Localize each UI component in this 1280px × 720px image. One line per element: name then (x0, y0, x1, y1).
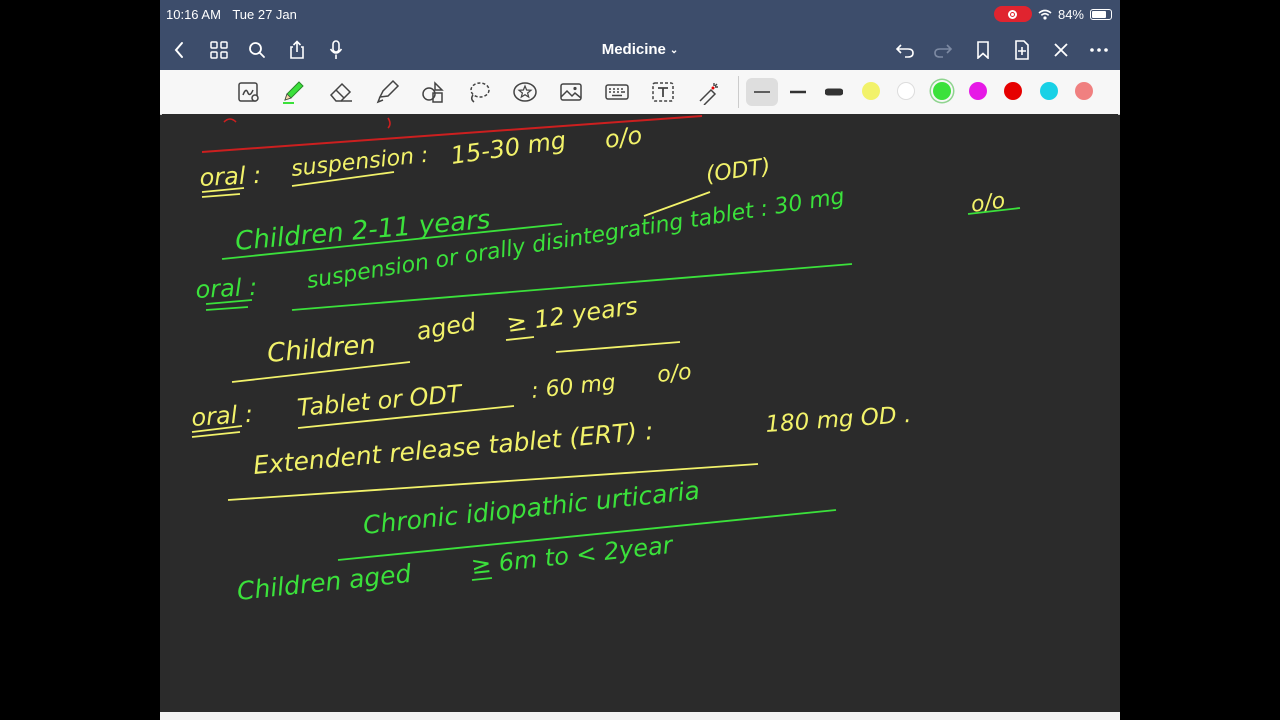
note-line7: Chronic idiopathic urticaria (362, 476, 702, 540)
eraser-icon (329, 82, 352, 102)
battery-icon (1090, 8, 1112, 20)
lasso-icon (470, 82, 490, 103)
color-cyan[interactable] (1040, 82, 1058, 100)
grid-icon (210, 41, 228, 59)
thick-line-icon (825, 88, 843, 96)
thin-line-icon (754, 91, 770, 93)
eraser-tool[interactable] (326, 78, 356, 106)
red-scribble (223, 117, 391, 129)
note-line5-dose: : 60 mg (530, 370, 617, 404)
stroke-thick-option[interactable] (818, 78, 850, 106)
document-title-label: Medicine (601, 41, 666, 58)
note-line5-tablet: Tablet or ODT (296, 380, 465, 422)
screen-recording-indicator[interactable] (993, 6, 1032, 22)
note-line8-age: ≥ 6m to < 2year (470, 531, 676, 580)
text-icon (652, 82, 674, 102)
share-button[interactable] (282, 30, 312, 70)
note-line5-oral: oral : (190, 400, 253, 432)
microphone-icon (329, 40, 343, 59)
color-green[interactable] (933, 82, 951, 100)
microphone-button[interactable] (321, 30, 351, 70)
toolbar-separator (738, 76, 739, 108)
document-title[interactable]: Medicine ⌄ (540, 41, 740, 58)
note-line3-oral: oral : (195, 273, 258, 304)
close-icon (1054, 43, 1068, 57)
status-date: Tue 27 Jan (232, 7, 297, 22)
note-line4-age: ≥ 12 years (505, 292, 640, 338)
color-pink[interactable] (1075, 82, 1093, 100)
color-yellow[interactable] (862, 82, 880, 100)
search-button[interactable] (242, 30, 272, 70)
status-time: 10:16 AM (166, 7, 221, 22)
handwriting-layer: oral : suspension : 15-30 mg o/o (ODT) C… (190, 115, 1021, 606)
read-only-tool[interactable] (234, 78, 264, 106)
redo-icon (934, 44, 953, 58)
note-line1-freq: o/o (603, 121, 644, 154)
battery-percent: 84% (1057, 6, 1084, 22)
bookmark-button[interactable] (968, 30, 998, 70)
page-bottom-edge (160, 712, 1120, 720)
lasso-tool[interactable] (464, 78, 494, 106)
stroke-medium-option[interactable] (782, 78, 814, 106)
note-line4-children: Children (266, 330, 377, 369)
close-button[interactable] (1046, 30, 1076, 70)
image-tool[interactable] (556, 78, 586, 106)
status-right: 84% (993, 6, 1112, 22)
shapes-tool[interactable] (418, 78, 448, 106)
keyboard-icon (605, 84, 629, 100)
elements-icon (513, 82, 537, 102)
color-white[interactable] (897, 82, 915, 100)
pen-icon (283, 81, 304, 104)
wifi-icon (1038, 9, 1052, 20)
note-line6-dose: 180 mg OD . (765, 402, 912, 438)
highlighter-icon (376, 79, 400, 104)
stroke-thin-option[interactable] (746, 78, 778, 106)
laser-pointer-tool[interactable] (694, 78, 724, 106)
grid-view-button[interactable] (204, 30, 234, 70)
keyboard-tool[interactable] (602, 78, 632, 106)
note-line8-children: Children aged (236, 559, 413, 606)
drawing-toolbar (160, 70, 1120, 115)
color-red[interactable] (1004, 82, 1022, 100)
laser-icon (699, 83, 718, 105)
record-icon (1008, 9, 1018, 19)
add-page-icon (1015, 40, 1029, 60)
image-icon (560, 83, 582, 101)
highlighter-tool[interactable] (372, 78, 402, 106)
medium-line-icon (790, 90, 806, 94)
undo-button[interactable] (890, 30, 920, 70)
bookmark-icon (977, 41, 989, 59)
back-button[interactable] (164, 30, 194, 70)
more-button[interactable] (1084, 30, 1114, 70)
text-tool[interactable] (648, 78, 678, 106)
chevron-left-icon (174, 42, 183, 58)
note-canvas[interactable]: oral : suspension : 15-30 mg o/o (ODT) C… (162, 114, 1118, 712)
ipad-screen: 10:16 AM Tue 27 Jan 84% Medicine ⌄ oral … (160, 0, 1120, 720)
share-icon (290, 40, 304, 59)
search-icon (249, 42, 265, 58)
note-line4-aged: aged (414, 308, 479, 346)
redo-button[interactable] (928, 30, 958, 70)
pen-tool[interactable] (278, 78, 308, 106)
status-bar: 10:16 AM Tue 27 Jan 84% (160, 0, 1120, 30)
more-icon (1090, 48, 1108, 52)
add-page-button[interactable] (1007, 30, 1037, 70)
note-odt-bubble: (ODT) (704, 154, 772, 188)
shapes-icon (422, 81, 444, 103)
color-magenta[interactable] (969, 82, 987, 100)
note-line5-freq: o/o (656, 360, 693, 388)
status-left: 10:16 AM Tue 27 Jan (166, 7, 305, 22)
undo-icon (895, 44, 914, 58)
read-only-icon (238, 82, 259, 102)
navigation-bar: Medicine ⌄ (160, 30, 1120, 70)
note-line1-oral: oral : (199, 161, 262, 192)
chevron-down-icon: ⌄ (669, 44, 679, 56)
elements-tool[interactable] (510, 78, 540, 106)
